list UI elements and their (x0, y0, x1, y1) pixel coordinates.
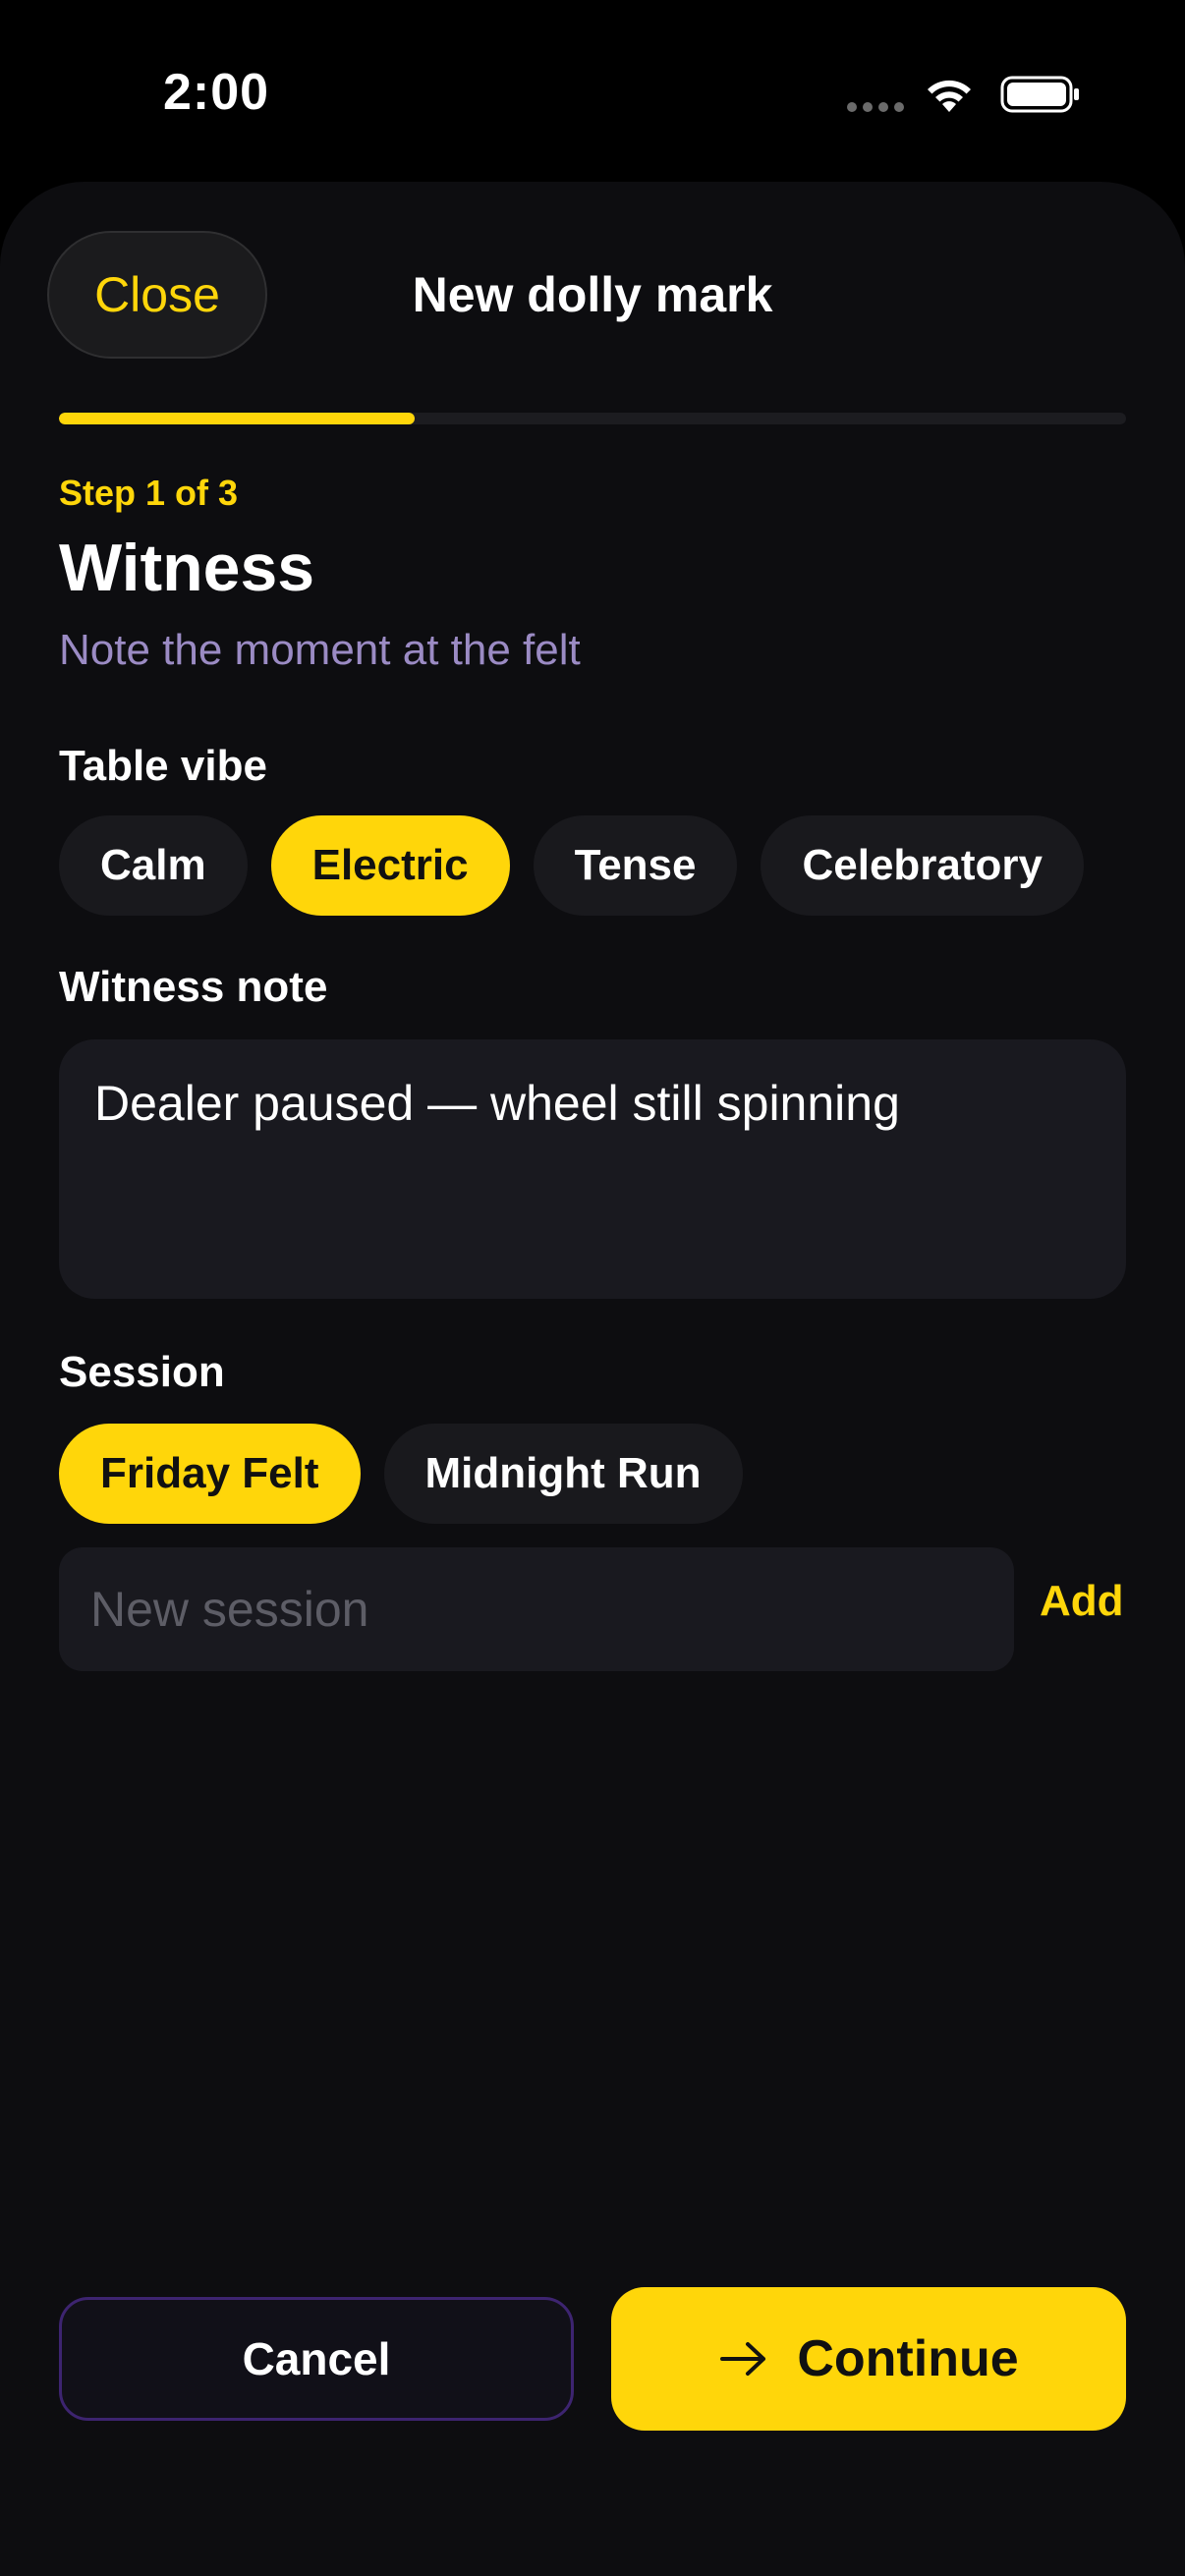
cancel-button[interactable]: Cancel (59, 2297, 574, 2421)
session-chip-friday-felt[interactable]: Friday Felt (59, 1424, 361, 1524)
new-session-field (59, 1547, 1014, 1671)
arrow-right-icon (720, 2342, 766, 2376)
status-bar: 2:00 (0, 0, 1185, 182)
new-session-input[interactable] (59, 1547, 1014, 1671)
step-progress-bar (59, 413, 1126, 424)
witness-note-field[interactable]: Dealer paused — wheel still spinning (59, 1039, 1126, 1299)
step-title: Witness (59, 531, 315, 605)
status-time: 2:00 (163, 64, 270, 121)
continue-label: Continue (797, 2330, 1019, 2387)
continue-button[interactable]: Continue (611, 2287, 1126, 2431)
step-subtitle: Note the moment at the felt (59, 626, 581, 674)
table-vibe-label: Table vibe (59, 742, 267, 790)
cellular-dots-icon (847, 102, 904, 112)
new-mark-sheet: Close New dolly mark Step 1 of 3 Witness… (0, 182, 1185, 2576)
step-label: Step 1 of 3 (59, 473, 239, 513)
screen: 2:00 Close New dolly mark Step 1 of 3 Wi… (0, 0, 1185, 2576)
session-label: Session (59, 1348, 225, 1396)
table-vibe-chips: Calm Electric Tense Celebratory (59, 815, 1085, 916)
close-button[interactable]: Close (47, 231, 267, 359)
step-progress-fill (59, 413, 415, 424)
sheet-title: New dolly mark (412, 267, 773, 322)
vibe-chip-tense[interactable]: Tense (533, 815, 738, 916)
vibe-chip-calm[interactable]: Calm (59, 815, 248, 916)
wifi-icon (928, 80, 971, 112)
session-chips: Friday Felt Midnight Run (59, 1424, 743, 1524)
vibe-chip-electric[interactable]: Electric (270, 815, 510, 916)
battery-icon (1000, 76, 1079, 113)
add-session-button[interactable]: Add (1040, 1577, 1124, 1626)
session-chip-midnight-run[interactable]: Midnight Run (383, 1424, 743, 1524)
witness-note-label: Witness note (59, 963, 328, 1011)
vibe-chip-celebratory[interactable]: Celebratory (761, 815, 1085, 916)
